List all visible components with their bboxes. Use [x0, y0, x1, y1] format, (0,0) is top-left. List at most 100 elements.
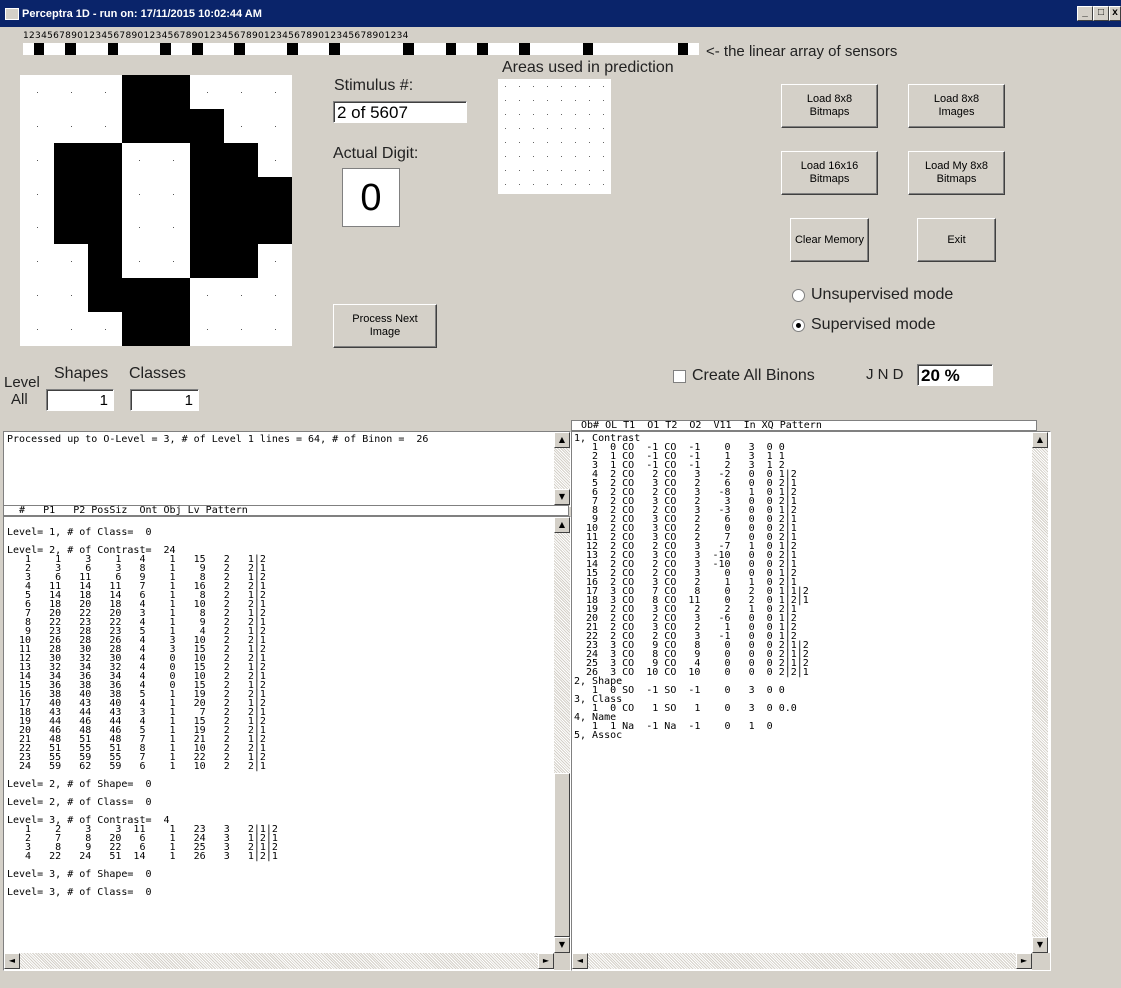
area-dot — [575, 100, 576, 101]
sensor-cell — [339, 43, 351, 55]
level-list-scrollbar[interactable]: ▲ ▼ — [554, 517, 570, 953]
area-dot — [561, 184, 562, 185]
area-dot — [575, 156, 576, 157]
sensor-cell — [23, 43, 34, 55]
sensor-cell — [234, 43, 245, 55]
bitmap-cell — [190, 75, 224, 109]
load-8x8-images-button[interactable]: Load 8x8 Images — [908, 84, 1005, 128]
bitmap-cell — [156, 278, 190, 313]
bitmap-cell — [88, 109, 122, 143]
level-list-hscrollbar[interactable]: ◄ ► — [4, 953, 554, 969]
sensor-cell — [86, 43, 97, 55]
scroll-left-arrow[interactable]: ◄ — [4, 953, 20, 969]
object-list[interactable]: 1, Contrast 1 0 CO -1 CO -1 0 3 0 0 2 1 … — [571, 431, 1051, 971]
unsupervised-mode-radio[interactable] — [792, 289, 805, 302]
bitmap-cell — [156, 75, 190, 109]
sensor-cell — [646, 43, 657, 55]
bitmap-cell — [190, 312, 224, 346]
area-dot — [519, 100, 520, 101]
sensor-ruler: 1234567890123456789012345678901234567890… — [23, 31, 409, 41]
classes-label: Classes — [129, 365, 186, 382]
shapes-field[interactable]: 1 — [46, 389, 114, 411]
sensor-cell — [128, 43, 140, 55]
bitmap-cell — [258, 109, 292, 143]
area-dot — [575, 114, 576, 115]
scroll-up-arrow[interactable]: ▲ — [554, 432, 570, 448]
load-16x16-bitmaps-button[interactable]: Load 16x16 Bitmaps — [781, 151, 878, 195]
maximize-button[interactable]: □ — [1093, 6, 1109, 21]
area-dot — [505, 86, 506, 87]
process-next-image-button[interactable]: Process Next Image — [333, 304, 437, 348]
scroll-thumb[interactable] — [554, 773, 570, 937]
bitmap-cell — [88, 312, 122, 346]
object-list-scrollbar[interactable]: ▲ ▼ — [1032, 432, 1048, 953]
area-dot — [603, 86, 604, 87]
status-box[interactable]: Processed up to O-Level = 3, # of Level … — [3, 431, 571, 507]
scroll-right-arrow[interactable]: ► — [538, 953, 554, 969]
sensor-cell — [192, 43, 203, 55]
load-8x8-bitmaps-button[interactable]: Load 8x8 Bitmaps — [781, 84, 878, 128]
area-dot — [589, 100, 590, 101]
area-dot — [533, 156, 534, 157]
scroll-down-arrow[interactable]: ▼ — [1032, 937, 1048, 953]
stimulus-field[interactable]: 2 of 5607 — [333, 101, 467, 123]
bitmap-cell — [224, 278, 258, 312]
bitmap-cell — [20, 278, 54, 312]
minimize-button[interactable]: _ — [1077, 6, 1093, 21]
area-dot — [589, 156, 590, 157]
area-dot — [505, 156, 506, 157]
bitmap-cell — [258, 176, 292, 211]
sensor-cell — [688, 43, 699, 55]
sensor-cell — [392, 43, 404, 55]
area-dot — [561, 142, 562, 143]
scroll-down-arrow[interactable]: ▼ — [554, 937, 570, 953]
area-dot — [589, 86, 590, 87]
load-my-8x8-bitmaps-button[interactable]: Load My 8x8 Bitmaps — [908, 151, 1005, 195]
area-dot — [547, 114, 548, 115]
scroll-up-arrow[interactable]: ▲ — [1032, 432, 1048, 448]
area-dot — [561, 170, 562, 171]
status-scrollbar[interactable]: ▲ ▼ — [554, 432, 570, 506]
sensor-cell — [498, 43, 509, 55]
area-dot — [575, 184, 576, 185]
sensor-cell — [413, 43, 425, 55]
area-dot — [575, 86, 576, 87]
sensor-cell — [403, 43, 414, 55]
sensor-cell — [255, 43, 266, 55]
bitmap-cell — [122, 312, 156, 346]
sensor-cell — [96, 43, 108, 55]
sensor-cell — [75, 43, 87, 55]
bitmap-cell — [122, 211, 156, 245]
level-list[interactable]: Level= 1, # of Class= 0 Level= 2, # of C… — [3, 516, 571, 971]
area-dot — [519, 86, 520, 87]
area-dot — [533, 170, 534, 171]
bitmap-cell — [20, 244, 54, 278]
app-icon — [5, 8, 19, 20]
level-list-text: Level= 1, # of Class= 0 Level= 2, # of C… — [7, 527, 278, 898]
close-button[interactable]: x — [1109, 6, 1121, 21]
jnd-input[interactable]: 20 % — [917, 364, 993, 386]
area-dot — [589, 128, 590, 129]
scroll-left-arrow[interactable]: ◄ — [572, 953, 588, 969]
create-all-binons-checkbox[interactable] — [673, 370, 686, 383]
bitmap-cell — [54, 210, 88, 245]
scroll-right-arrow[interactable]: ► — [1016, 953, 1032, 969]
bitmap-cell — [224, 142, 258, 177]
exit-button[interactable]: Exit — [917, 218, 996, 262]
bitmap-cell — [88, 278, 122, 313]
scroll-up-arrow[interactable]: ▲ — [554, 517, 570, 533]
area-dot — [519, 128, 520, 129]
clear-memory-button[interactable]: Clear Memory — [790, 218, 869, 262]
object-list-hscrollbar[interactable]: ◄ ► — [572, 953, 1032, 969]
supervised-mode-radio[interactable] — [792, 319, 805, 332]
bitmap-cell — [190, 142, 224, 177]
sensor-cell — [54, 43, 66, 55]
scroll-down-arrow[interactable]: ▼ — [554, 489, 570, 505]
area-dot — [505, 142, 506, 143]
area-dot — [561, 86, 562, 87]
area-dot — [505, 184, 506, 185]
area-dot — [603, 170, 604, 171]
classes-field[interactable]: 1 — [130, 389, 199, 411]
level-label: Level — [4, 374, 40, 391]
sensor-cell — [582, 43, 594, 55]
